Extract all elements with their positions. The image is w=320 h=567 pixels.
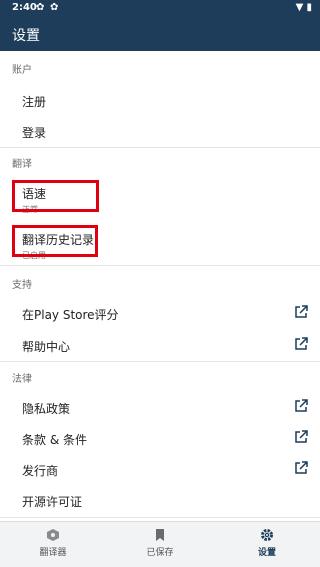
app-bar: 设置	[0, 17, 320, 51]
section-account: 账户	[12, 65, 32, 76]
nav-translator[interactable]: 翻译器	[0, 528, 106, 558]
gear-icon	[261, 529, 273, 541]
terms-item[interactable]: 条款 & 条件	[22, 431, 312, 448]
nav-saved-label: 已保存	[146, 548, 174, 558]
nav-settings-label: 设置	[257, 548, 276, 558]
wifi-icon: ▼	[295, 2, 304, 13]
external-link-icon[interactable]	[294, 305, 308, 319]
nav-settings[interactable]: 设置	[214, 528, 320, 558]
highlight-box	[12, 180, 99, 212]
battery-icon: ▮	[306, 2, 312, 13]
sync-icon: ✿	[36, 2, 45, 13]
page-title: 设置	[12, 28, 40, 44]
help-center-item[interactable]: 帮助中心	[22, 338, 312, 355]
section-translate: 翻译	[12, 159, 32, 170]
nav-translator-label: 翻译器	[39, 548, 67, 558]
publisher-item[interactable]: 发行商	[22, 462, 312, 479]
external-link-icon[interactable]	[294, 430, 308, 444]
nav-saved[interactable]: 已保存	[107, 528, 213, 558]
bottom-nav: 翻译器 已保存 设置	[0, 521, 320, 567]
open-source-licenses-item[interactable]: 开源许可证	[22, 493, 312, 510]
section-legal: 法律	[12, 374, 32, 385]
divider	[0, 147, 320, 148]
highlight-box	[12, 225, 98, 257]
bookmark-icon	[156, 529, 164, 541]
section-support: 支持	[12, 280, 32, 291]
notification-icon: ✿	[50, 2, 59, 13]
status-time: 2:40	[12, 2, 37, 13]
divider	[0, 361, 320, 362]
translator-icon	[47, 529, 59, 541]
settings-list: 账户 注册 登录 翻译 语速 正常 翻译历史记录 已启用 支持 在Play St…	[0, 51, 320, 521]
external-link-icon[interactable]	[294, 399, 308, 413]
privacy-policy-item[interactable]: 隐私政策	[22, 400, 312, 417]
login-item[interactable]: 登录	[22, 124, 312, 141]
rate-playstore-item[interactable]: 在Play Store评分	[22, 306, 312, 323]
external-link-icon[interactable]	[294, 337, 308, 351]
register-item[interactable]: 注册	[22, 93, 312, 110]
divider	[0, 517, 320, 518]
divider	[0, 265, 320, 266]
external-link-icon[interactable]	[294, 461, 308, 475]
status-bar: 2:40 ✿ ✿ ▼ ▮	[0, 0, 320, 17]
status-icons: ▼ ▮	[296, 2, 312, 13]
